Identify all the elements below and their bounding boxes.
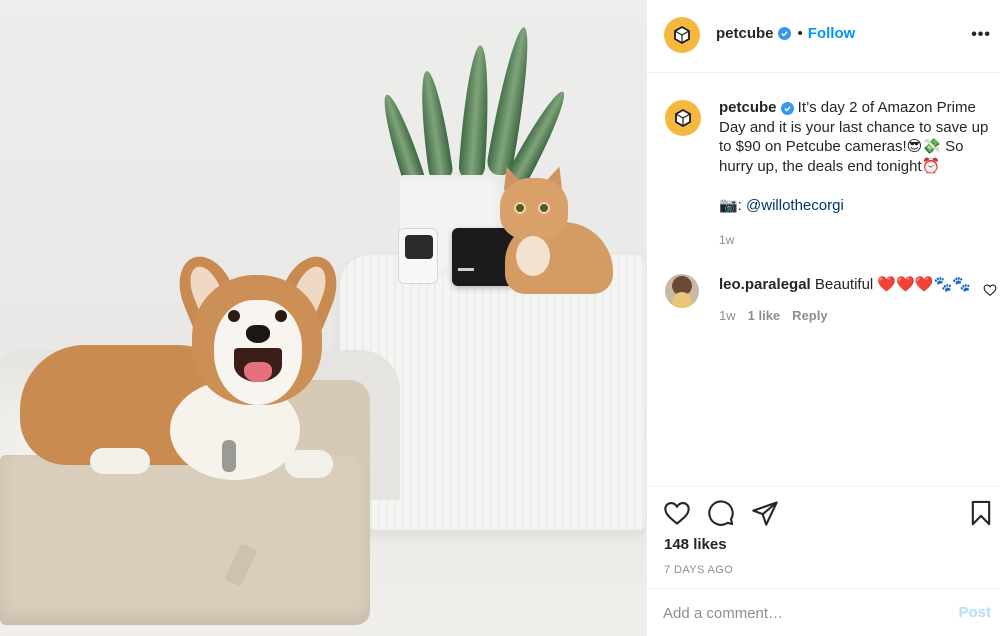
corgi-collar-tag bbox=[222, 440, 236, 472]
comment-body: Beautiful ❤️❤️❤️🐾🐾 bbox=[810, 276, 971, 293]
likes-count[interactable]: 148 likes bbox=[664, 536, 727, 553]
petcube-logo-icon bbox=[675, 108, 691, 128]
comment-text: leo.paralegal Beautiful ❤️❤️❤️🐾🐾 bbox=[719, 275, 971, 293]
petcube-camera-white bbox=[398, 228, 438, 284]
save-bookmark-icon[interactable] bbox=[967, 499, 995, 527]
share-send-icon[interactable] bbox=[751, 499, 779, 527]
post-photo[interactable] bbox=[0, 0, 646, 636]
plant-leaf bbox=[376, 91, 427, 189]
verified-badge-icon bbox=[777, 27, 791, 40]
petcube-logo-icon bbox=[674, 25, 690, 45]
post-comment-button[interactable]: Post bbox=[958, 604, 991, 621]
comment-like-heart-icon[interactable] bbox=[983, 283, 997, 297]
caption-timestamp[interactable]: 1w bbox=[719, 233, 734, 247]
more-options-icon[interactable]: ••• bbox=[971, 26, 991, 44]
verified-badge-icon bbox=[780, 102, 794, 115]
commenter-avatar[interactable] bbox=[665, 274, 699, 308]
corgi-tongue bbox=[244, 362, 272, 382]
cat-eye bbox=[514, 202, 526, 214]
post-header: petcube • Follow ••• bbox=[647, 0, 1000, 73]
caption-text: petcube It’s day 2 of Amazon Prime Day a… bbox=[719, 98, 1000, 215]
comment-meta: 1w 1 like Reply bbox=[719, 308, 828, 323]
camera-emoji: 📷: bbox=[719, 196, 747, 214]
caption-username[interactable]: petcube bbox=[719, 99, 777, 116]
header-username[interactable]: petcube bbox=[716, 25, 774, 42]
comment-item: leo.paralegal Beautiful ❤️❤️❤️🐾🐾 1w 1 li… bbox=[663, 272, 999, 332]
comment-time[interactable]: 1w bbox=[719, 308, 736, 323]
comment-username[interactable]: leo.paralegal bbox=[719, 276, 811, 293]
caption-credit-line: 📷: @willothecorgi bbox=[719, 196, 1000, 216]
corgi-nose bbox=[246, 325, 270, 343]
corgi-paw bbox=[90, 448, 150, 474]
comment-likes[interactable]: 1 like bbox=[748, 308, 781, 323]
comment-input[interactable] bbox=[663, 601, 933, 625]
posted-time[interactable]: 7 DAYS AGO bbox=[664, 564, 733, 576]
petcube-avatar[interactable] bbox=[664, 17, 700, 53]
corgi-eye bbox=[228, 310, 240, 322]
cat-eye bbox=[538, 202, 550, 214]
cat-head bbox=[500, 178, 568, 240]
reply-button[interactable]: Reply bbox=[792, 308, 827, 323]
comment-bubble-icon[interactable] bbox=[707, 499, 735, 527]
header-user-row: petcube • Follow bbox=[716, 25, 855, 42]
header-separator-dot: • bbox=[797, 25, 803, 42]
post-actions: 148 likes 7 DAYS AGO bbox=[647, 486, 1000, 588]
corgi-paw bbox=[285, 450, 333, 478]
dog-bed bbox=[0, 455, 370, 625]
caption-avatar[interactable] bbox=[665, 100, 701, 136]
like-heart-icon[interactable] bbox=[663, 499, 691, 527]
follow-button[interactable]: Follow bbox=[808, 25, 856, 42]
post-side-panel: petcube • Follow ••• petcube It’s day 2 … bbox=[646, 0, 1000, 636]
mention-link[interactable]: @willothecorgi bbox=[746, 197, 844, 214]
corgi-eye bbox=[275, 310, 287, 322]
add-comment-bar: Post bbox=[647, 588, 1000, 636]
cat-chest bbox=[516, 236, 550, 276]
